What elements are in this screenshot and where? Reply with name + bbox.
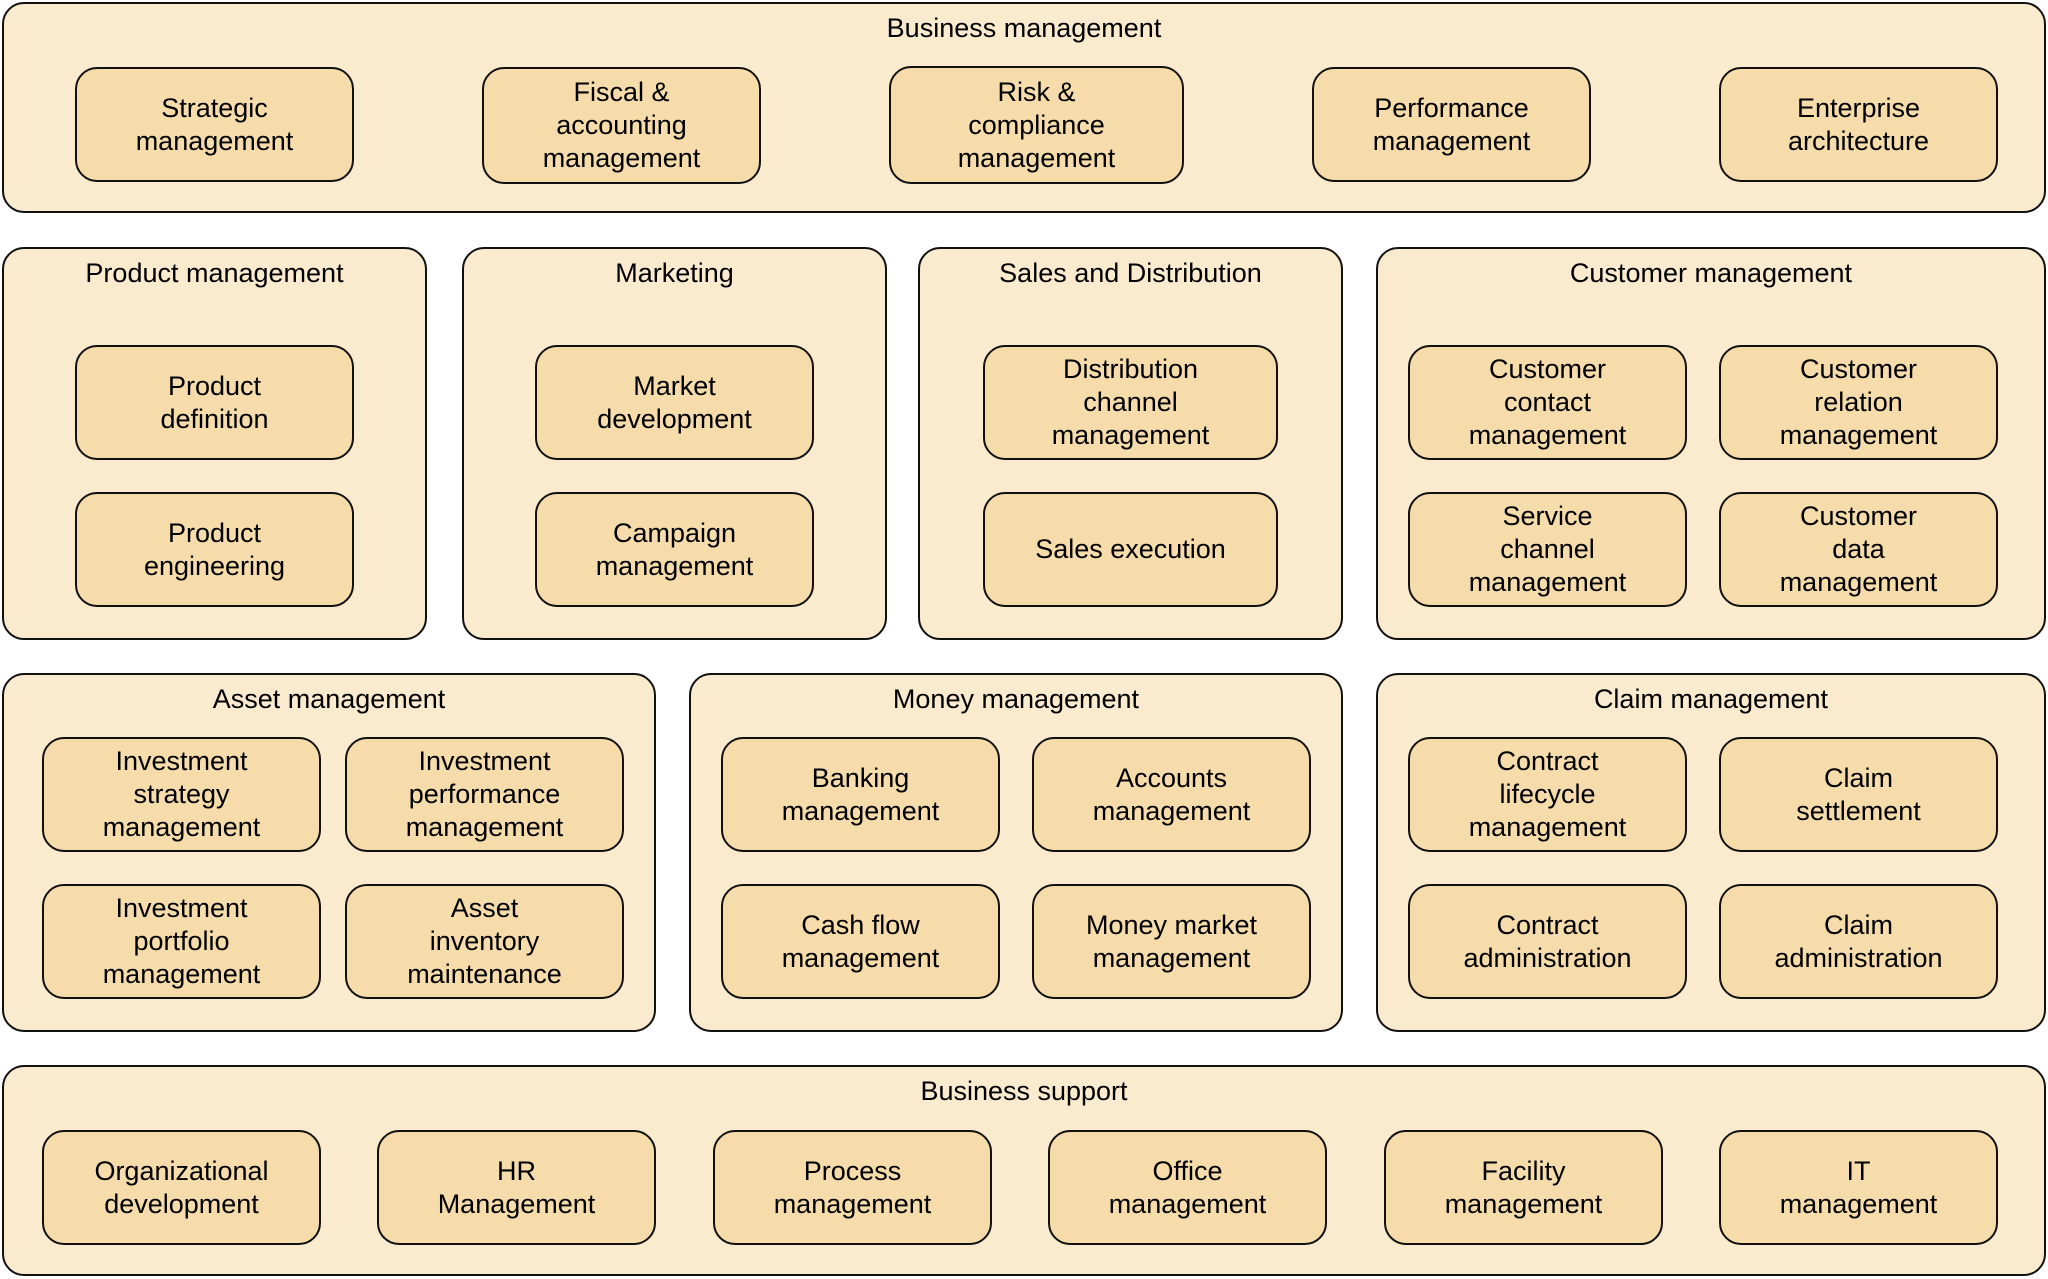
capability-process-management: Process management: [713, 1130, 992, 1245]
capability-distribution-channel-management: Distribution channel management: [983, 345, 1278, 460]
capability-it-management: IT management: [1719, 1130, 1998, 1245]
capability-fiscal-accounting-management: Fiscal & accounting management: [482, 67, 761, 184]
capability-organizational-development: Organizational development: [42, 1130, 321, 1245]
capability-claim-administration: Claim administration: [1719, 884, 1998, 999]
capability-product-definition: Product definition: [75, 345, 354, 460]
capability-market-development: Market development: [535, 345, 814, 460]
capability-enterprise-architecture: Enterprise architecture: [1719, 67, 1998, 182]
capability-accounts-management: Accounts management: [1032, 737, 1311, 852]
capability-contract-administration: Contract administration: [1408, 884, 1687, 999]
group-title: Product management: [85, 258, 344, 288]
group-title: Asset management: [212, 684, 446, 714]
group-title: Marketing: [615, 258, 734, 288]
capability-office-management: Office management: [1048, 1130, 1327, 1245]
group-title: Money management: [892, 684, 1140, 714]
capability-customer-data-management: Customer data management: [1719, 492, 1998, 607]
group-title: Business management: [886, 13, 1162, 43]
capability-cash-flow-management: Cash flow management: [721, 884, 1000, 999]
capability-claim-settlement: Claim settlement: [1719, 737, 1998, 852]
capability-customer-contact-management: Customer contact management: [1408, 345, 1687, 460]
capability-investment-performance-management: Investment performance management: [345, 737, 624, 852]
capability-product-engineering: Product engineering: [75, 492, 354, 607]
group-title: Sales and Distribution: [999, 258, 1262, 288]
capability-campaign-management: Campaign management: [535, 492, 814, 607]
capability-asset-inventory-maintenance: Asset inventory maintenance: [345, 884, 624, 999]
capability-risk-compliance-management: Risk & compliance management: [889, 66, 1184, 184]
group-title: Customer management: [1569, 258, 1853, 288]
capability-contract-lifecycle-management: Contract lifecycle management: [1408, 737, 1687, 852]
capability-strategic-management: Strategic management: [75, 67, 354, 182]
capability-banking-management: Banking management: [721, 737, 1000, 852]
capability-investment-strategy-management: Investment strategy management: [42, 737, 321, 852]
capability-customer-relation-management: Customer relation management: [1719, 345, 1998, 460]
capability-hr-management: HR Management: [377, 1130, 656, 1245]
capability-sales-execution: Sales execution: [983, 492, 1278, 607]
group-title: Claim management: [1593, 684, 1829, 714]
capability-performance-management: Performance management: [1312, 67, 1591, 182]
capability-investment-portfolio-management: Investment portfolio management: [42, 884, 321, 999]
capability-service-channel-management: Service channel management: [1408, 492, 1687, 607]
capability-facility-management: Facility management: [1384, 1130, 1663, 1245]
group-title: Business support: [920, 1076, 1128, 1106]
capability-money-market-management: Money market management: [1032, 884, 1311, 999]
